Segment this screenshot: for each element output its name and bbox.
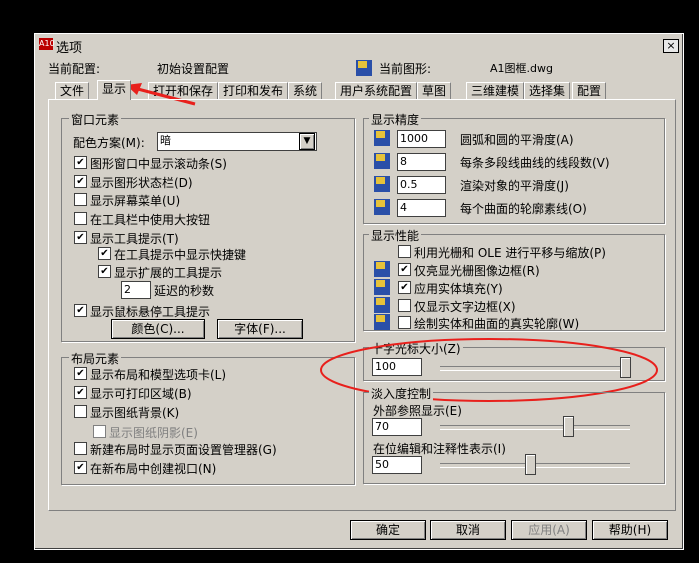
tooltips-label: 显示工具提示(T) bbox=[90, 232, 179, 246]
page-setup-manager-checkbox[interactable] bbox=[74, 442, 87, 455]
shortcut-keys-label: 在工具提示中显示快捷键 bbox=[114, 248, 247, 262]
tab-system[interactable]: 系统 bbox=[288, 82, 323, 100]
drawing-setting-icon bbox=[374, 297, 390, 313]
chevron-down-icon[interactable]: ▼ bbox=[299, 133, 315, 150]
layout-tabs-checkbox[interactable]: ✔ bbox=[74, 367, 87, 380]
solid-fill-checkbox[interactable]: ✔ bbox=[398, 281, 411, 294]
paper-shadow-label: 显示图纸阴影(E) bbox=[109, 426, 198, 440]
status-bar-label: 显示图形状态栏(D) bbox=[90, 176, 193, 190]
arc-smoothness-label: 圆弧和圆的平滑度(A) bbox=[460, 133, 574, 147]
text-boundary-label: 仅显示文字边框(X) bbox=[414, 300, 516, 314]
xref-display-slider[interactable] bbox=[563, 416, 574, 437]
tab-user-preferences[interactable]: 用户系统配置 bbox=[335, 82, 418, 100]
fonts-button[interactable]: 字体(F)... bbox=[217, 319, 303, 339]
cancel-button[interactable]: 取消 bbox=[430, 520, 506, 540]
pan-zoom-raster-label: 利用光栅和 OLE 进行平移与缩放(P) bbox=[414, 246, 606, 260]
silhouettes-checkbox[interactable] bbox=[398, 316, 411, 329]
drawing-setting-icon bbox=[374, 314, 390, 330]
extended-tooltips-checkbox[interactable]: ✔ bbox=[98, 265, 111, 278]
apply-button[interactable]: 应用(A) bbox=[511, 520, 587, 540]
fade-control-title: 淡入度控制 bbox=[369, 385, 434, 402]
window-elements-title: 窗口元素 bbox=[69, 111, 122, 128]
help-button[interactable]: 帮助(H) bbox=[592, 520, 668, 540]
xref-display-slider-track bbox=[440, 425, 630, 430]
title-bar: A10 选项 bbox=[36, 36, 680, 56]
current-drawing-value: A1图框.dwg bbox=[490, 62, 553, 75]
ok-button[interactable]: 确定 bbox=[350, 520, 426, 540]
in-place-edit-slider[interactable] bbox=[525, 454, 536, 475]
contour-lines-label: 每个曲面的轮廓素线(O) bbox=[460, 202, 587, 216]
raster-frame-checkbox[interactable]: ✔ bbox=[398, 263, 411, 276]
polyline-segments-input[interactable]: 8 bbox=[397, 153, 446, 171]
polyline-segments-label: 每条多段线曲线的线段数(V) bbox=[460, 156, 610, 170]
printable-area-checkbox[interactable]: ✔ bbox=[74, 386, 87, 399]
shortcut-keys-checkbox[interactable]: ✔ bbox=[98, 247, 111, 260]
contour-lines-input[interactable]: 4 bbox=[397, 199, 446, 217]
tab-display[interactable]: 显示 bbox=[97, 80, 132, 100]
large-buttons-checkbox[interactable] bbox=[74, 212, 87, 225]
large-buttons-label: 在工具栏中使用大按钮 bbox=[90, 213, 211, 227]
drawing-setting-icon bbox=[374, 176, 390, 192]
display-resolution-title: 显示精度 bbox=[369, 111, 422, 128]
dialog-title: 选项 bbox=[56, 41, 83, 56]
paper-shadow-checkbox bbox=[93, 425, 106, 438]
arc-smoothness-input[interactable]: 1000 bbox=[397, 130, 446, 148]
rollover-tooltips-checkbox[interactable]: ✔ bbox=[74, 304, 87, 317]
xref-display-input[interactable]: 70 bbox=[372, 418, 422, 436]
screen-menu-checkbox[interactable] bbox=[74, 193, 87, 206]
create-viewport-label: 在新布局中创建视口(N) bbox=[90, 462, 217, 476]
status-bar-checkbox[interactable]: ✔ bbox=[74, 175, 87, 188]
tab-selection[interactable]: 选择集 bbox=[524, 82, 571, 100]
layout-elements-title: 布局元素 bbox=[69, 350, 122, 367]
color-scheme-label: 配色方案(M): bbox=[73, 136, 145, 150]
drawing-setting-icon bbox=[374, 153, 390, 169]
in-place-edit-input[interactable]: 50 bbox=[372, 456, 422, 474]
render-smoothness-label: 渲染对象的平滑度(J) bbox=[460, 179, 569, 193]
screen-menu-label: 显示屏幕菜单(U) bbox=[90, 194, 181, 208]
close-icon[interactable]: × bbox=[663, 39, 679, 53]
silhouettes-label: 绘制实体和曲面的真实轮廓(W) bbox=[414, 317, 580, 331]
drawing-setting-icon bbox=[374, 130, 390, 146]
scrollbars-label: 图形窗口中显示滚动条(S) bbox=[90, 157, 227, 171]
tooltips-checkbox[interactable]: ✔ bbox=[74, 231, 87, 244]
color-scheme-select[interactable]: 暗 bbox=[157, 132, 317, 151]
tab-files[interactable]: 文件 bbox=[55, 82, 90, 100]
current-profile-label: 当前配置: bbox=[48, 62, 101, 76]
colors-button[interactable]: 颜色(C)... bbox=[111, 319, 205, 339]
tab-profiles[interactable]: 配置 bbox=[572, 82, 607, 100]
in-place-edit-label: 在位编辑和注释性表示(I) bbox=[373, 442, 506, 456]
drawing-setting-icon bbox=[374, 199, 390, 215]
rollover-tooltips-label: 显示鼠标悬停工具提示 bbox=[90, 305, 211, 319]
render-smoothness-input[interactable]: 0.5 bbox=[397, 176, 446, 194]
text-boundary-checkbox[interactable] bbox=[398, 299, 411, 312]
extended-tooltips-label: 显示扩展的工具提示 bbox=[114, 266, 223, 280]
raster-frame-label: 仅亮显光栅图像边框(R) bbox=[414, 264, 540, 278]
printable-area-label: 显示可打印区域(B) bbox=[90, 387, 192, 401]
delay-seconds-label: 延迟的秒数 bbox=[154, 284, 215, 298]
display-performance-title: 显示性能 bbox=[369, 227, 422, 244]
tab-drafting[interactable]: 草图 bbox=[417, 82, 452, 100]
tab-plot-publish[interactable]: 打印和发布 bbox=[218, 82, 289, 100]
create-viewport-checkbox[interactable]: ✔ bbox=[74, 461, 87, 474]
solid-fill-label: 应用实体填充(Y) bbox=[414, 282, 503, 296]
paper-background-checkbox[interactable] bbox=[74, 405, 87, 418]
tab-3d-modeling[interactable]: 三维建模 bbox=[466, 82, 525, 100]
paper-background-label: 显示图纸背景(K) bbox=[90, 406, 180, 420]
drawing-setting-icon bbox=[374, 261, 390, 277]
layout-tabs-label: 显示布局和模型选项卡(L) bbox=[90, 368, 227, 382]
drawing-icon bbox=[356, 60, 372, 76]
delay-seconds-input[interactable]: 2 bbox=[121, 281, 151, 299]
xref-display-label: 外部参照显示(E) bbox=[373, 404, 462, 418]
scrollbars-checkbox[interactable]: ✔ bbox=[74, 156, 87, 169]
current-profile-value: 初始设置配置 bbox=[157, 62, 230, 76]
current-drawing-label: 当前图形: bbox=[379, 62, 432, 76]
page-setup-manager-label: 新建布局时显示页面设置管理器(G) bbox=[90, 443, 277, 457]
drawing-setting-icon bbox=[374, 279, 390, 295]
app-icon: A10 bbox=[39, 38, 55, 50]
pan-zoom-raster-checkbox[interactable] bbox=[398, 245, 411, 258]
